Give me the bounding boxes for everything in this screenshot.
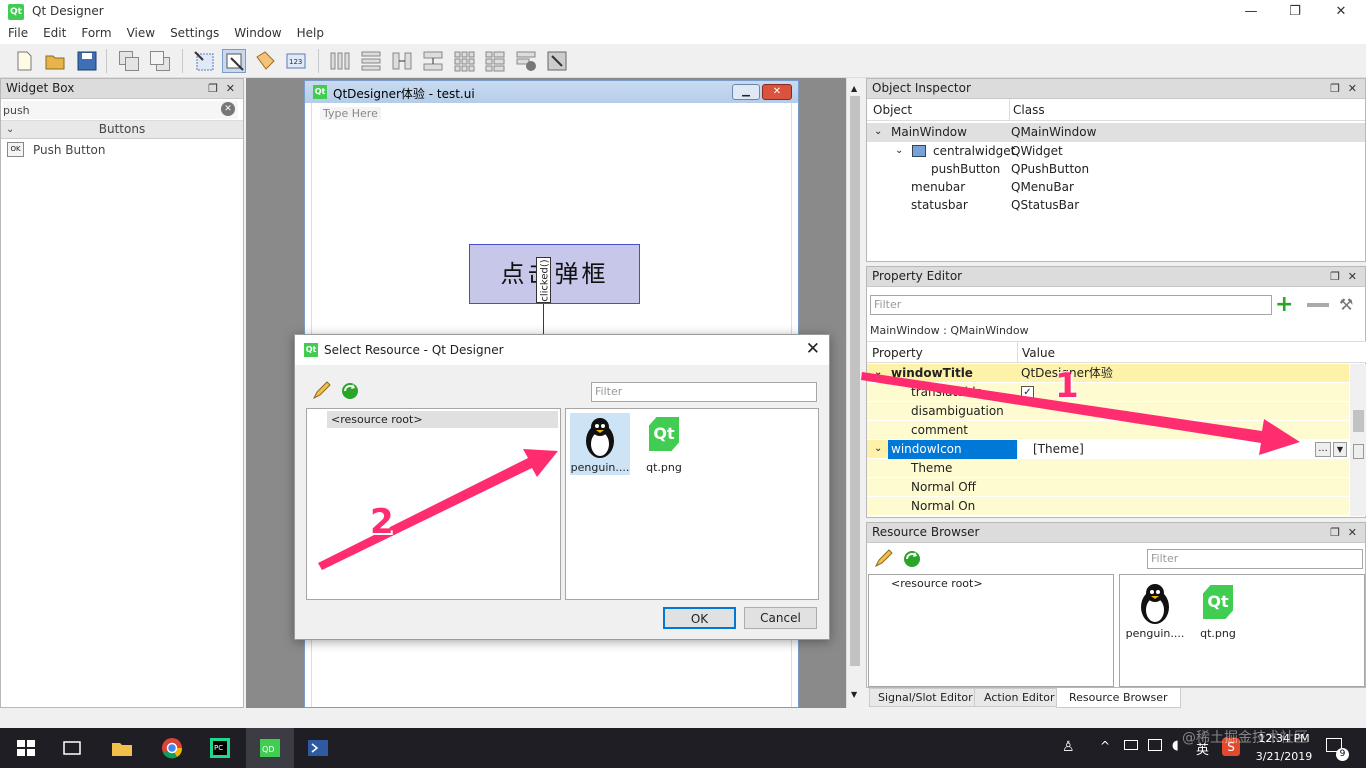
arrow-1 xyxy=(861,372,1300,455)
people-icon[interactable]: ♙ xyxy=(1062,739,1075,755)
arrow-2 xyxy=(318,449,558,570)
annotation-number-2: 2 xyxy=(370,502,394,542)
volume-icon[interactable]: ◖ xyxy=(1172,738,1179,753)
watermark: @稀土掘金技术社区 xyxy=(1182,730,1308,746)
annotation-number-1: 1 xyxy=(1055,366,1079,406)
chrome-icon[interactable] xyxy=(160,736,184,760)
powershell-icon[interactable] xyxy=(306,736,330,760)
pycharm-icon[interactable]: PC xyxy=(208,736,232,760)
svg-text:QD: QD xyxy=(262,745,274,754)
qt-designer-taskbar-icon[interactable]: QD xyxy=(258,736,282,760)
task-view-icon[interactable] xyxy=(60,736,84,760)
annotation-arrows xyxy=(318,372,1300,570)
notification-count: 9 xyxy=(1336,748,1349,761)
file-explorer-icon[interactable] xyxy=(110,736,134,760)
battery-icon[interactable] xyxy=(1124,740,1138,750)
show-hidden-icons[interactable]: ^ xyxy=(1100,739,1110,753)
svg-text:PC: PC xyxy=(214,744,223,752)
network-icon[interactable] xyxy=(1148,739,1162,751)
taskbar: PC QD ♙ ^ ◖ 英 S 12:34 PM 3/21/2019 9 @稀土… xyxy=(0,728,1366,768)
windows-start-icon[interactable] xyxy=(14,736,38,760)
clock-date[interactable]: 3/21/2019 xyxy=(1252,750,1316,763)
